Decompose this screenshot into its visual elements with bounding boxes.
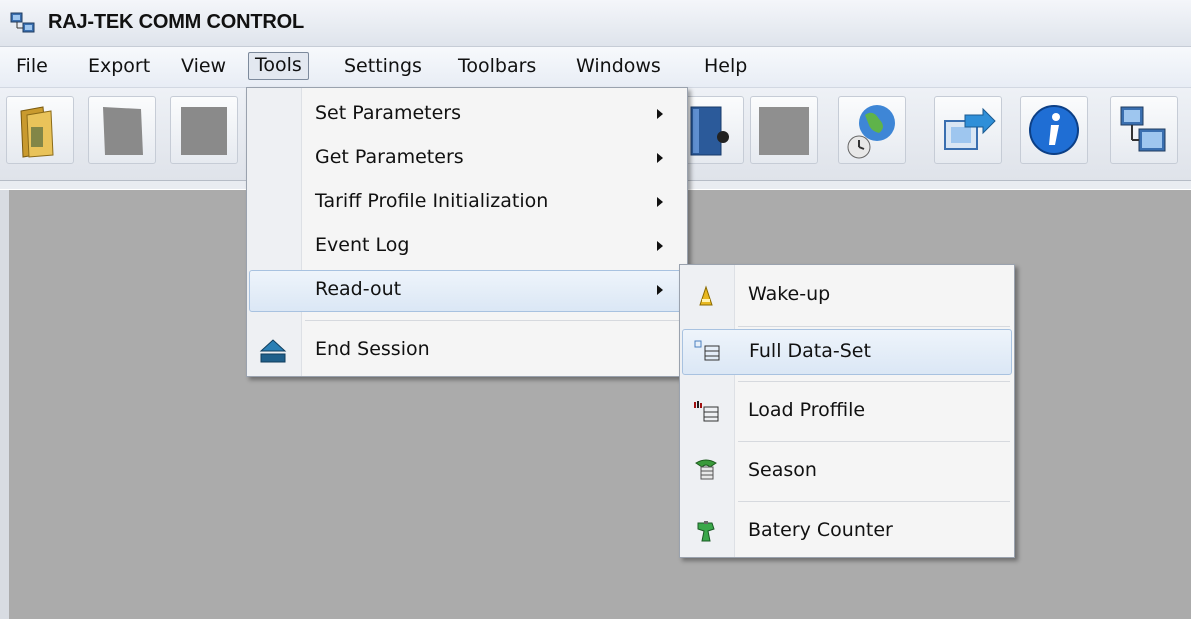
menu-windows[interactable]: Windows (570, 53, 667, 79)
submenu-item-season[interactable]: Season (682, 445, 1012, 497)
toolbar-folder-button[interactable] (6, 96, 74, 164)
network-icon (1120, 106, 1166, 152)
toolbar-disabled-button-1[interactable] (88, 96, 156, 164)
toolbar-disabled-button-3[interactable] (750, 96, 818, 164)
menu-item-get-parameters[interactable]: Get Parameters (249, 138, 685, 178)
blank-icon (759, 107, 809, 155)
menu-item-tariff-profile-initialization[interactable]: Tariff Profile Initialization (249, 182, 685, 222)
menu-view[interactable]: View (175, 53, 232, 79)
menu-item-label: Tariff Profile Initialization (315, 190, 549, 212)
folder-icon (20, 106, 54, 158)
submenu-item-full-data-set[interactable]: Full Data-Set (682, 329, 1012, 375)
menu-item-label: Get Parameters (315, 146, 464, 168)
submenu-item-batery-counter[interactable]: Batery Counter (682, 505, 1012, 557)
menu-settings[interactable]: Settings (338, 53, 428, 79)
submenu-item-load-proffile[interactable]: Load Proffile (682, 385, 1012, 437)
submenu-arrow-icon (657, 241, 663, 251)
blank-icon (181, 107, 227, 155)
menu-item-label: End Session (315, 338, 430, 360)
menu-item-label: Set Parameters (315, 102, 461, 124)
menu-item-label: Read-out (315, 278, 402, 300)
menu-item-end-session[interactable]: End Session (249, 330, 685, 370)
wakeup-icon (699, 285, 713, 306)
toolbar-export-button[interactable] (934, 96, 1002, 164)
submenu-arrow-icon (657, 109, 663, 119)
eject-icon (259, 339, 287, 363)
menu-item-label: Full Data-Set (749, 340, 871, 362)
menu-separator (305, 320, 683, 321)
menu-separator (738, 441, 1010, 442)
menu-item-event-log[interactable]: Event Log (249, 226, 685, 266)
menu-item-label: Wake-up (748, 283, 831, 305)
submenu-arrow-icon (657, 153, 663, 163)
menu-item-set-parameters[interactable]: Set Parameters (249, 94, 685, 134)
full-dataset-icon (694, 340, 720, 361)
toolbar-info-button[interactable] (1020, 96, 1088, 164)
menu-separator (738, 501, 1010, 502)
load-profile-icon (694, 401, 719, 422)
submenu-item-wake-up[interactable]: Wake-up (682, 269, 1012, 321)
blank-icon (103, 107, 143, 155)
menu-separator (738, 326, 1010, 327)
submenu-arrow-icon (657, 197, 663, 207)
export-icon (944, 107, 996, 150)
tools-menu: Set Parameters Get Parameters Tariff Pro… (246, 87, 688, 377)
window-title: RAJ-TEK COMM CONTROL (48, 11, 304, 33)
submenu-arrow-icon (657, 285, 663, 295)
menu-separator (738, 381, 1010, 382)
menu-toolbars[interactable]: Toolbars (452, 53, 542, 79)
menu-item-label: Load Proffile (748, 399, 866, 421)
title-bar: RAJ-TEK COMM CONTROL (0, 0, 1191, 47)
menu-item-read-out[interactable]: Read-out (249, 270, 685, 312)
app-icon (10, 12, 35, 33)
toolbar-disabled-button-2[interactable] (170, 96, 238, 164)
info-icon (1029, 105, 1079, 155)
menu-item-label: Season (748, 459, 817, 481)
menu-item-label: Event Log (315, 234, 410, 256)
menu-bar: File Export View Tools Settings Toolbars… (0, 47, 1191, 88)
globe-clock-icon (847, 105, 895, 159)
toolbar-network-button[interactable] (1110, 96, 1178, 164)
menu-help[interactable]: Help (698, 53, 753, 79)
menu-export[interactable]: Export (82, 53, 156, 79)
battery-counter-icon (697, 521, 715, 542)
readout-submenu: Wake-up Full Data-Set Load Proffile Seas… (679, 264, 1015, 558)
menu-tools[interactable]: Tools (248, 52, 309, 80)
menu-item-label: Batery Counter (748, 519, 893, 541)
toolbar-globe-clock-button[interactable] (838, 96, 906, 164)
menu-file[interactable]: File (10, 53, 54, 79)
season-icon (695, 459, 717, 480)
